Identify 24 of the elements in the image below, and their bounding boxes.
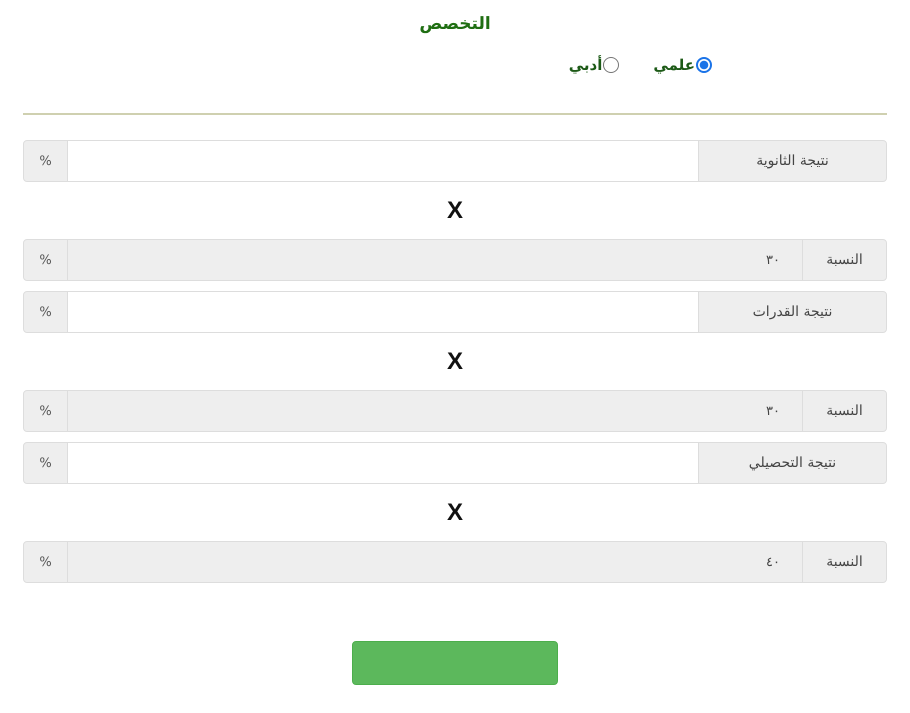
field-label: النسبة [802, 239, 887, 281]
field-label: النسبة [802, 541, 887, 583]
field-label: نتيجة الثانوية [698, 140, 887, 182]
multiply-sign: X [447, 498, 464, 526]
unit-label: % [23, 239, 68, 281]
input-field[interactable] [68, 291, 698, 333]
unit-label: % [23, 541, 68, 583]
multiply-sign: X [447, 348, 464, 376]
input-field[interactable] [68, 140, 698, 182]
field-label: النسبة [802, 390, 887, 432]
unit-label: % [23, 442, 68, 484]
field-label: نتيجة القدرات [698, 291, 887, 333]
radio-label[interactable]: أدبي [568, 56, 602, 74]
multiply-sign: X [447, 196, 464, 224]
radio-label[interactable]: علمي [653, 56, 695, 74]
unit-label: % [23, 291, 68, 333]
input-field[interactable] [68, 442, 698, 484]
unit-label: % [23, 140, 68, 182]
submit-button[interactable] [352, 641, 558, 685]
field-label: نتيجة التحصيلي [698, 442, 887, 484]
radio-button[interactable] [603, 57, 620, 73]
unit-label: % [23, 390, 68, 432]
section-title: التخصص [419, 13, 491, 36]
radio-button[interactable] [696, 57, 712, 73]
